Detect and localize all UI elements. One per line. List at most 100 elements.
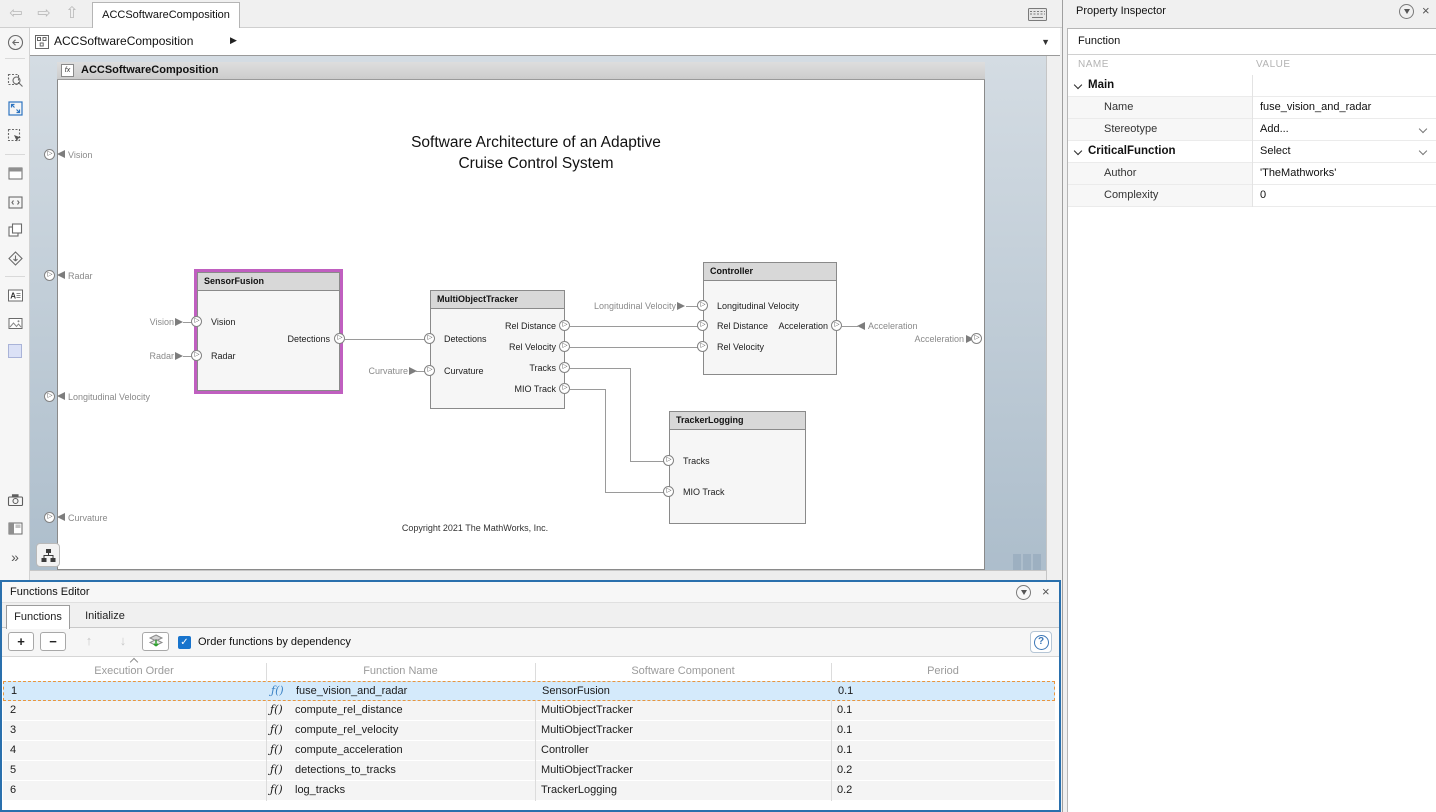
move-up-button[interactable]: ↑ [76,632,102,651]
close-panel-icon[interactable]: × [1422,4,1430,18]
edge-port-acceleration-icon[interactable] [971,333,982,344]
hide-browser-icon[interactable] [3,30,27,54]
table-row[interactable]: 2 ƒ() compute_rel_distance MultiObjectTr… [3,701,1055,720]
wire[interactable] [842,326,858,327]
add-function-button[interactable]: + [8,632,34,651]
wire[interactable] [630,461,664,462]
port-in-vision-icon[interactable] [191,316,202,327]
port-out-rel-velocity-icon[interactable] [559,341,570,352]
table-row[interactable]: 6 ƒ() log_tracks TrackerLogging 0.2 [3,781,1055,800]
fit-to-view-icon[interactable] [3,96,27,120]
port-in-rel-velocity-icon[interactable] [697,341,708,352]
image-annotation-icon[interactable] [3,311,27,335]
screenshot-icon[interactable] [3,488,27,512]
edge-port-acceleration-label[interactable]: Acceleration [854,334,964,344]
keyboard-icon[interactable] [1028,8,1047,24]
code-view-icon[interactable] [3,190,27,214]
port-in-rel-distance-icon[interactable] [697,320,708,331]
chevron-down-icon[interactable] [1419,125,1427,133]
criticalfunction-dropdown[interactable]: Select [1260,145,1291,157]
signal-label-acceleration[interactable]: Acceleration [868,321,918,331]
select-region-icon[interactable] [3,124,27,148]
author-value-field[interactable]: 'TheMathworks' [1260,167,1336,179]
move-down-button[interactable]: ↓ [110,632,136,651]
route-icon[interactable] [3,246,27,270]
column-header-function-name[interactable]: Function Name [266,663,535,679]
breadcrumb-model[interactable]: ACCSoftwareComposition [54,34,193,48]
chevron-down-icon[interactable] [1074,81,1082,89]
create-stub-button[interactable] [142,632,169,651]
edge-port-curvature-label[interactable]: Curvature [68,513,108,523]
forward-icon[interactable]: ⇨ [32,3,56,23]
wire[interactable] [345,339,425,340]
signal-label-radar[interactable]: Radar [66,351,174,361]
help-button[interactable]: ? [1030,631,1052,653]
expand-toolbar-icon[interactable]: » [3,545,27,569]
signal-label-curvature[interactable]: Curvature [298,366,408,376]
edge-port-longitudinal-velocity-icon[interactable] [44,391,55,402]
zoom-region-icon[interactable] [3,68,27,92]
chevron-down-icon[interactable] [1074,147,1082,155]
edge-port-radar-label[interactable]: Radar [68,271,93,281]
port-out-detections-icon[interactable] [334,333,345,344]
port-out-tracks-icon[interactable] [559,362,570,373]
table-row[interactable]: 1 ƒ() fuse_vision_and_radar SensorFusion… [3,681,1055,701]
chevron-down-icon[interactable] [1419,147,1427,155]
signal-label-vision[interactable]: Vision [66,317,174,327]
edge-port-curvature-icon[interactable] [44,512,55,523]
wire[interactable] [570,389,606,390]
table-row[interactable]: 4 ƒ() compute_acceleration Controller 0.… [3,741,1055,760]
tab-initialize[interactable]: Initialize [72,605,138,628]
viewport-icon[interactable] [3,161,27,185]
vertical-scrollbar[interactable] [1046,56,1060,580]
horizontal-scrollbar[interactable] [30,570,1046,580]
wire[interactable] [630,368,631,462]
port-in-longitudinal-velocity-icon[interactable] [697,300,708,311]
complexity-value-field[interactable]: 0 [1260,189,1266,201]
area-annotation-icon[interactable] [3,339,27,363]
port-in-tracks-icon[interactable] [663,455,674,466]
remove-function-button[interactable]: − [40,632,66,651]
minimize-panel-icon[interactable] [1016,585,1031,600]
tab-functions[interactable]: Functions [6,605,70,629]
wire[interactable] [570,326,698,327]
wire[interactable] [605,492,664,493]
signal-label-longitudinal-velocity[interactable]: Longitudinal Velocity [568,301,676,311]
port-out-acceleration-icon[interactable] [831,320,842,331]
port-out-mio-track-icon[interactable] [559,383,570,394]
stereotype-dropdown[interactable]: Add... [1260,123,1289,135]
port-in-radar-icon[interactable] [191,350,202,361]
port-in-detections-icon[interactable] [424,333,435,344]
name-value-field[interactable]: fuse_vision_and_radar [1260,101,1371,113]
column-header-software-component[interactable]: Software Component [535,663,831,679]
edge-port-vision-label[interactable]: Vision [68,150,92,160]
block-controller[interactable]: Controller [703,262,837,375]
block-trackerlogging[interactable]: TrackerLogging [669,411,806,524]
column-header-period[interactable]: Period [831,663,1055,679]
wire[interactable] [570,368,631,369]
column-header-execution-order[interactable]: Execution Order [2,663,266,679]
table-row[interactable]: 5 ƒ() detections_to_tracks MultiObjectTr… [3,761,1055,780]
hierarchy-view-button[interactable] [36,543,60,567]
breadcrumb-dropdown-icon[interactable]: ▼ [1041,37,1050,47]
resize-handle[interactable] [1013,554,1041,570]
up-icon[interactable]: ⇧ [60,3,84,23]
port-in-curvature-icon[interactable] [424,365,435,376]
wire[interactable] [605,389,606,493]
back-icon[interactable]: ⇦ [4,3,28,23]
port-out-rel-distance-icon[interactable] [559,320,570,331]
duplicate-icon[interactable] [3,218,27,242]
order-by-dependency-checkbox[interactable] [178,636,191,649]
breadcrumb-caret-icon[interactable]: ▶ [230,35,237,46]
close-panel-icon[interactable]: × [1042,585,1050,599]
edge-port-vision-icon[interactable] [44,149,55,160]
minimize-panel-icon[interactable] [1399,4,1414,19]
edge-port-radar-icon[interactable] [44,270,55,281]
annotation-icon[interactable]: A [3,283,27,307]
diagram-canvas[interactable]: ACCSoftwareComposition Software Architec… [30,56,1060,580]
wire[interactable] [570,347,698,348]
panel-layout-icon[interactable] [3,516,27,540]
tab-accsoftwarecomposition[interactable]: ACCSoftwareComposition [92,2,240,28]
port-in-mio-track-icon[interactable] [663,486,674,497]
table-row[interactable]: 3 ƒ() compute_rel_velocity MultiObjectTr… [3,721,1055,740]
